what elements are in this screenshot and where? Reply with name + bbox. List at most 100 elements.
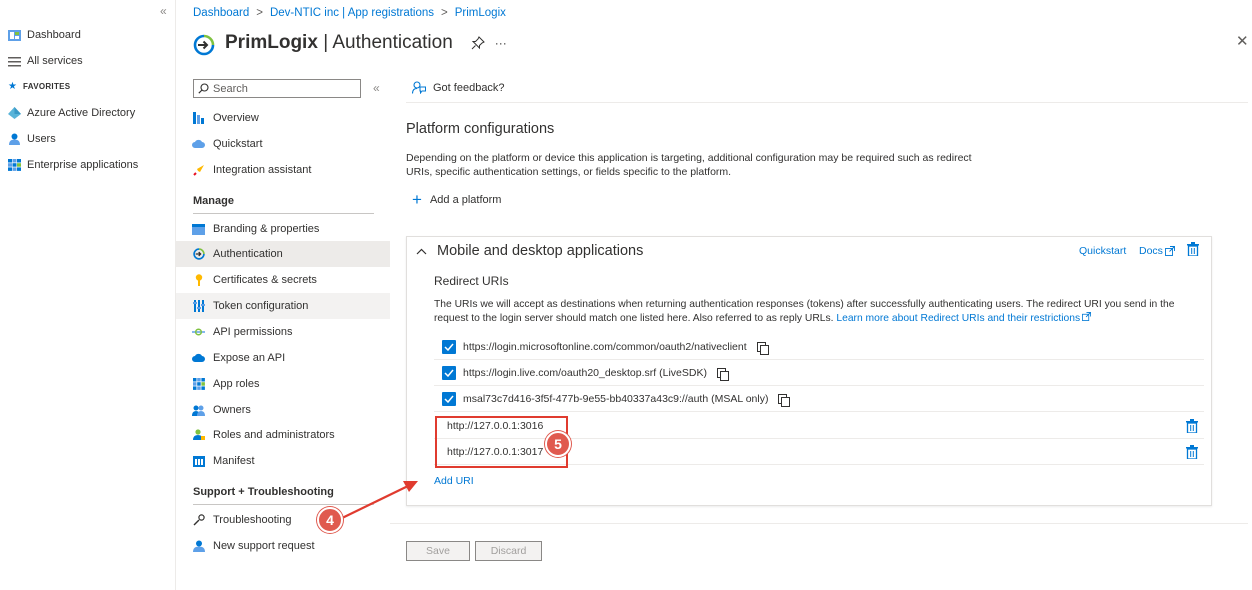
menu-item-label: Troubleshooting	[213, 514, 292, 526]
menu-item-integration-assistant[interactable]: Integration assistant	[176, 157, 390, 183]
redirect-uri-text: https://login.microsoftonline.com/common…	[463, 340, 747, 353]
platform-card-header[interactable]: Mobile and desktop applications	[416, 243, 643, 259]
nav-users[interactable]: Users	[8, 133, 56, 145]
add-platform-button[interactable]: + Add a platform	[412, 190, 502, 209]
breadcrumb-dashboard[interactable]: Dashboard	[193, 7, 249, 19]
list-icon	[8, 56, 21, 66]
nav-dashboard-label: Dashboard	[27, 29, 81, 41]
breadcrumb-app-registrations[interactable]: Dev-NTIC inc | App registrations	[270, 7, 434, 19]
platform-config-title: Platform configurations	[406, 121, 555, 137]
redirect-uris-description: The URIs we will accept as destinations …	[434, 298, 1194, 325]
apps-grid-icon	[192, 378, 205, 391]
close-icon[interactable]: ✕	[1236, 32, 1249, 50]
page-header: PrimLogix | Authentication ···	[193, 30, 507, 56]
delete-platform-icon[interactable]	[1187, 242, 1199, 259]
save-button[interactable]: Save	[406, 541, 470, 561]
collapse-menu-icon[interactable]: «	[373, 81, 380, 95]
menu-item-label: Overview	[213, 112, 259, 124]
apps-grid-icon	[8, 159, 21, 171]
copy-icon[interactable]	[756, 342, 769, 355]
delete-uri-icon[interactable]	[1186, 445, 1198, 462]
menu-item-token-configuration[interactable]: Token configuration	[176, 293, 390, 319]
collapse-nav-icon[interactable]: «	[160, 4, 167, 18]
menu-search-input[interactable]: Search	[193, 79, 361, 98]
menu-item-label: Owners	[213, 404, 251, 416]
redirect-learn-more-link[interactable]: Learn more about Redirect URIs and their…	[836, 313, 1080, 324]
breadcrumb-primlogix[interactable]: PrimLogix	[455, 7, 506, 19]
authentication-icon	[192, 248, 205, 261]
menu-item-owners[interactable]: Owners	[176, 397, 390, 423]
quickstart-link[interactable]: Quickstart	[1079, 245, 1126, 257]
step-badge-4: 4	[317, 507, 343, 533]
pin-icon[interactable]	[471, 36, 485, 50]
menu-item-label: Expose an API	[213, 352, 286, 364]
nav-enterprise-apps[interactable]: Enterprise applications	[8, 159, 138, 171]
add-uri-link[interactable]: Add URI	[434, 475, 474, 487]
menu-item-label: Authentication	[213, 248, 283, 260]
favorites-label: FAVORITES	[22, 82, 71, 91]
api-permissions-icon	[192, 326, 205, 339]
page-title-section: | Authentication	[323, 32, 453, 53]
uri-checkbox[interactable]	[442, 339, 456, 354]
menu-item-label: Integration assistant	[213, 164, 312, 176]
toolbar-divider	[406, 102, 1248, 103]
discard-button[interactable]: Discard	[475, 541, 542, 561]
platform-card-title: Mobile and desktop applications	[437, 243, 644, 259]
menu-item-overview[interactable]: Overview	[176, 105, 390, 131]
nav-azure-ad[interactable]: Azure Active Directory	[8, 107, 135, 119]
menu-item-roles-admins[interactable]: Roles and administrators	[176, 422, 390, 448]
docs-link[interactable]: Docs	[1139, 245, 1175, 257]
support-user-icon	[192, 540, 205, 553]
uri-checkbox[interactable]	[442, 391, 456, 406]
copy-icon[interactable]	[716, 368, 729, 381]
key-icon	[192, 274, 205, 287]
redirect-uri-row: msal73c7d416-3f5f-477b-9e55-bb40337a43c9…	[434, 386, 1204, 412]
authentication-icon	[193, 34, 215, 56]
menu-item-branding[interactable]: Branding & properties	[176, 216, 390, 242]
menu-section-support: Support + Troubleshooting	[193, 486, 334, 498]
feedback-button[interactable]: Got feedback?	[412, 81, 505, 94]
menu-item-api-permissions[interactable]: API permissions	[176, 319, 390, 345]
overview-icon	[192, 112, 205, 125]
rocket-icon	[192, 164, 205, 177]
platform-config-description: Depending on the platform or device this…	[406, 152, 972, 178]
plus-icon: +	[412, 190, 422, 209]
chevron-up-icon	[416, 248, 427, 254]
search-placeholder: Search	[213, 82, 248, 95]
menu-item-certificates[interactable]: Certificates & secrets	[176, 267, 390, 293]
docs-label: Docs	[1139, 245, 1163, 257]
uri-checkbox[interactable]	[442, 365, 456, 380]
menu-item-manifest[interactable]: Manifest	[176, 448, 390, 474]
arrow-annotation	[337, 481, 418, 521]
menu-item-label: Manifest	[213, 455, 255, 467]
redirect-uri-row: https://login.microsoftonline.com/common…	[434, 334, 1204, 360]
star-icon: ★	[8, 81, 17, 92]
step-badge-5: 5	[545, 431, 571, 457]
page-title: PrimLogix | Authentication	[225, 32, 453, 54]
feedback-icon	[412, 81, 426, 94]
nav-all-services[interactable]: All services	[8, 55, 83, 67]
footer-divider	[390, 523, 1248, 524]
breadcrumb-separator: >	[441, 7, 448, 19]
copy-icon[interactable]	[778, 394, 791, 407]
add-platform-label: Add a platform	[429, 194, 502, 206]
menu-item-label: Branding & properties	[213, 223, 320, 235]
menu-item-authentication[interactable]: Authentication	[176, 241, 390, 267]
redirect-uri-text: https://login.live.com/oauth20_desktop.s…	[463, 366, 707, 379]
menu-item-label: New support request	[213, 540, 315, 552]
page-title-app: PrimLogix	[225, 32, 318, 53]
delete-uri-icon[interactable]	[1186, 419, 1198, 436]
menu-item-app-roles[interactable]: App roles	[176, 371, 390, 397]
nav-enterprise-apps-label: Enterprise applications	[27, 159, 139, 171]
menu-section-manage: Manage	[193, 195, 234, 207]
manifest-icon	[192, 455, 205, 468]
redirect-uri-row: https://login.live.com/oauth20_desktop.s…	[434, 360, 1204, 386]
nav-all-services-label: All services	[27, 55, 83, 67]
nav-dashboard[interactable]: Dashboard	[8, 29, 81, 41]
menu-item-new-support[interactable]: New support request	[176, 533, 390, 559]
wrench-icon	[192, 514, 205, 527]
menu-item-label: Certificates & secrets	[213, 274, 317, 286]
more-options-icon[interactable]: ···	[495, 36, 507, 50]
menu-item-expose-api[interactable]: Expose an API	[176, 345, 390, 371]
menu-item-quickstart[interactable]: Quickstart	[176, 131, 390, 157]
